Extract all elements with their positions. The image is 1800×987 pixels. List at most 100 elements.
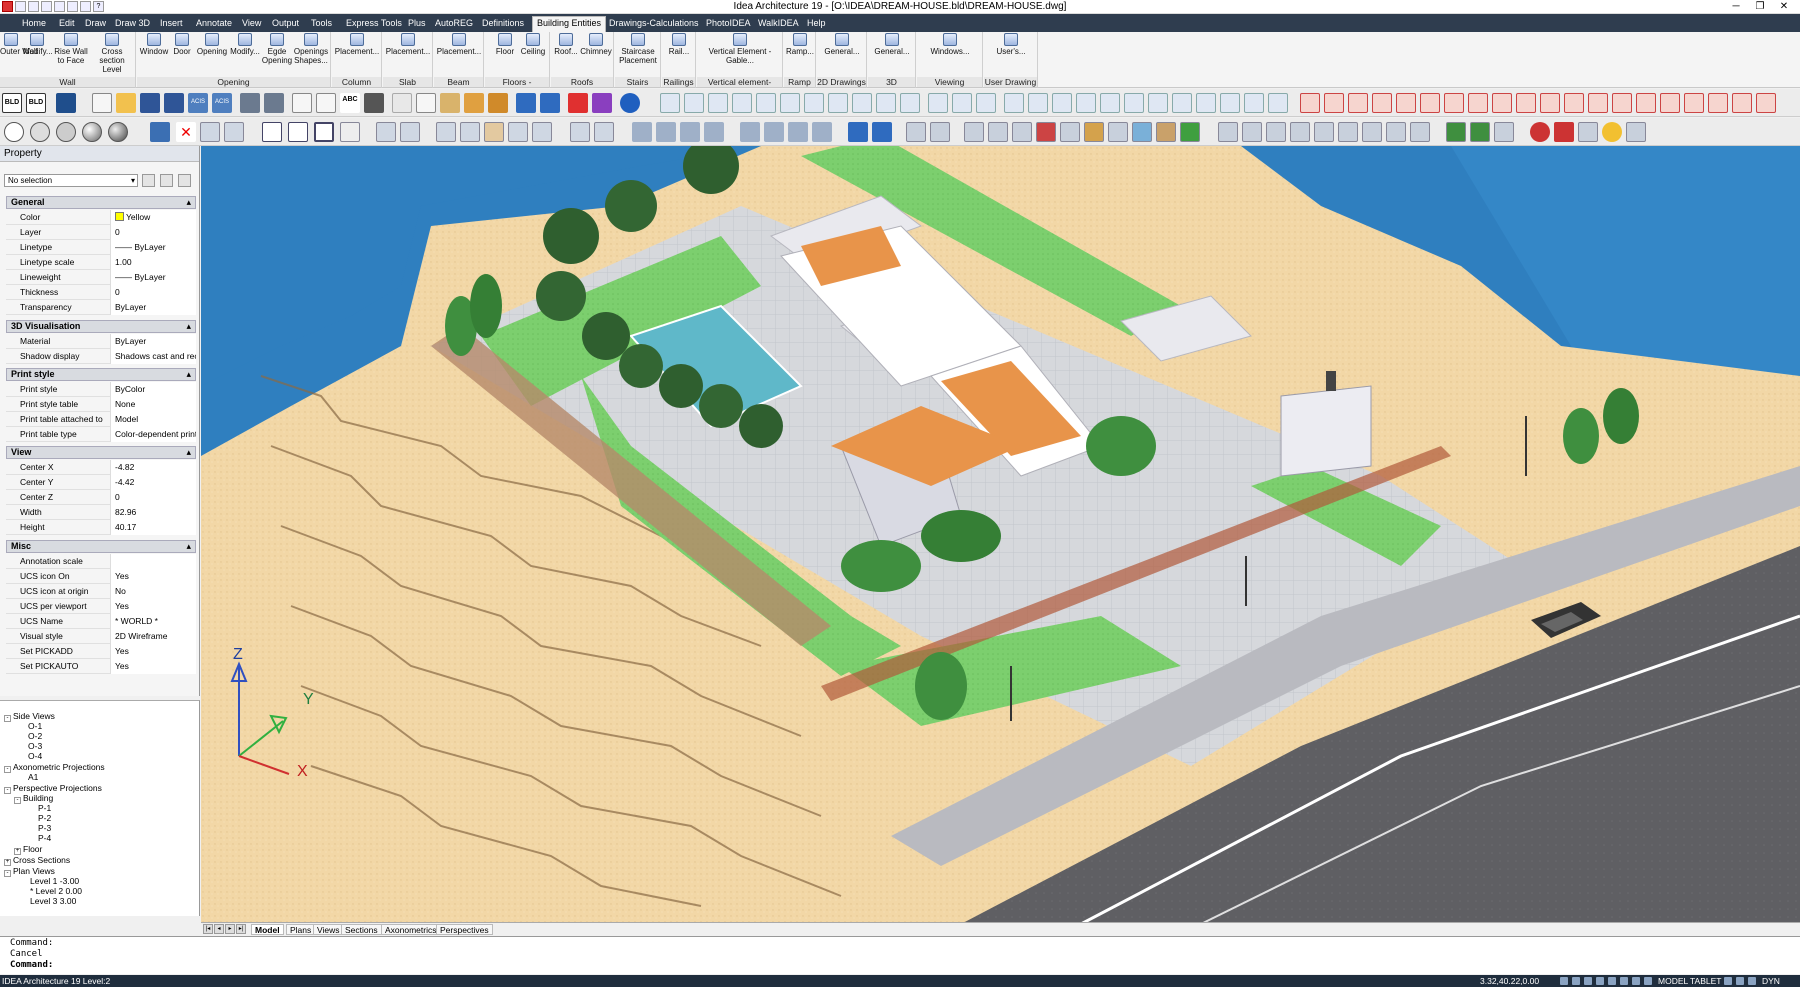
polar-toggle-icon[interactable] <box>1596 977 1604 985</box>
property-row[interactable]: Set PICKAUTO Yes <box>6 659 196 674</box>
quantities-icon[interactable] <box>1446 122 1466 142</box>
command-prompt[interactable]: Command: <box>10 960 1800 971</box>
minimize-button[interactable]: ─ <box>1726 0 1746 14</box>
layout-tab-model[interactable]: Model <box>251 924 284 935</box>
tab-annotate[interactable]: Annotate <box>192 17 236 32</box>
trim-icon[interactable] <box>1196 93 1216 113</box>
layout-tab-axonometrics[interactable]: Axonometrics <box>381 924 441 935</box>
command-line[interactable]: Command: Cancel Command: <box>0 936 1800 974</box>
users-button[interactable]: User's... <box>990 33 1032 56</box>
scale-icon[interactable] <box>1492 93 1512 113</box>
tree-icon[interactable] <box>1180 122 1200 142</box>
point-icon[interactable] <box>928 93 948 113</box>
property-row[interactable]: Annotation scale <box>6 554 196 569</box>
acis-export-icon[interactable]: ACIS <box>212 93 232 113</box>
photo-render-icon[interactable] <box>1410 122 1430 142</box>
window-tool-icon[interactable] <box>964 122 984 142</box>
tab-plus[interactable]: Plus <box>404 17 430 32</box>
wall-rise-icon[interactable] <box>812 122 832 142</box>
tab-walkidea[interactable]: WalkIDEA <box>754 17 803 32</box>
tab-help[interactable]: Help <box>803 17 830 32</box>
tab-autoreg[interactable]: AutoREG <box>431 17 477 32</box>
box-icon[interactable] <box>1084 122 1104 142</box>
open-folder-icon[interactable] <box>116 93 136 113</box>
property-row[interactable]: Print style ByColor <box>6 382 196 397</box>
house-tool-icon[interactable] <box>680 122 700 142</box>
workspace-icon[interactable] <box>1736 977 1744 985</box>
rise-wall-button[interactable]: Rise Wall to Face <box>53 33 89 65</box>
cube-icon[interactable] <box>1578 122 1598 142</box>
section-misc[interactable]: Misc ▴ <box>6 540 196 553</box>
donut-icon[interactable] <box>1076 93 1096 113</box>
spell-check-icon[interactable]: ABC <box>340 93 360 113</box>
tree-node[interactable]: - Side Views <box>4 711 55 722</box>
break-icon[interactable] <box>1612 93 1632 113</box>
plot-icon[interactable] <box>264 93 284 113</box>
red-sphere-icon[interactable] <box>1530 122 1550 142</box>
property-row[interactable]: Center X -4.82 <box>6 460 196 475</box>
grid-toggle-icon[interactable] <box>1572 977 1580 985</box>
offset-icon[interactable] <box>1396 93 1416 113</box>
tree-node[interactable]: + Floor <box>14 844 42 855</box>
stretch-icon[interactable] <box>1516 93 1536 113</box>
tab-view[interactable]: View <box>238 17 265 32</box>
tab-tools[interactable]: Tools <box>307 17 336 32</box>
layout-tab-plans[interactable]: Plans <box>286 924 316 935</box>
model-toggle[interactable]: MODEL <box>1658 975 1688 987</box>
undo-toolbar-icon[interactable] <box>516 93 536 113</box>
prev-tab-button[interactable]: ◂ <box>214 924 224 934</box>
flat-shaded-icon[interactable] <box>56 122 76 142</box>
restore-button[interactable]: ❐ <box>1750 0 1770 14</box>
dyn-toggle[interactable]: DYN <box>1762 975 1780 987</box>
line-icon[interactable] <box>660 93 680 113</box>
rendering-icon[interactable] <box>1386 122 1406 142</box>
terrain-icon[interactable] <box>1156 122 1176 142</box>
rotate-icon[interactable] <box>1468 93 1488 113</box>
entity-properties-icon[interactable] <box>224 122 244 142</box>
hatch-icon[interactable] <box>976 93 996 113</box>
arrow-down-icon[interactable] <box>872 122 892 142</box>
property-row[interactable]: Print table typeColor-dependent print s.… <box>6 427 196 442</box>
snap-toggle-icon[interactable] <box>1560 977 1568 985</box>
layers-stack-icon[interactable] <box>484 122 504 142</box>
polygon-icon[interactable] <box>1004 93 1024 113</box>
extend-icon[interactable] <box>1588 93 1608 113</box>
people-icon[interactable] <box>1314 122 1334 142</box>
sky-icon[interactable] <box>1132 122 1152 142</box>
tab-building-entities[interactable]: Building Entities <box>532 16 607 32</box>
roof-tool-icon[interactable] <box>704 122 724 142</box>
spline-icon[interactable] <box>756 93 776 113</box>
property-row[interactable]: Linetype —— ByLayer <box>6 240 196 255</box>
wall-edit-icon[interactable] <box>764 122 784 142</box>
floor-view-icon[interactable] <box>460 122 480 142</box>
walkthrough-icon[interactable] <box>1362 122 1382 142</box>
staircase-placement-button[interactable]: Staircase Placement <box>616 33 660 65</box>
sun-icon[interactable] <box>1602 122 1622 142</box>
property-row[interactable]: Color Yellow <box>6 210 196 225</box>
rectangle-icon[interactable] <box>952 93 972 113</box>
section-view-icon[interactable] <box>594 122 614 142</box>
copy-base-icon[interactable] <box>464 93 484 113</box>
first-tab-button[interactable]: |◂ <box>203 924 213 934</box>
move-icon[interactable] <box>1444 93 1464 113</box>
door-tool-icon[interactable] <box>988 122 1008 142</box>
property-row[interactable]: UCS icon On Yes <box>6 569 196 584</box>
ray-icon[interactable] <box>732 93 752 113</box>
array-icon[interactable] <box>1420 93 1440 113</box>
print-preview-icon[interactable] <box>240 93 260 113</box>
four-viewports-icon[interactable] <box>262 122 282 142</box>
opening-modify-button[interactable]: Modify... <box>230 33 260 56</box>
block-icon[interactable] <box>1172 93 1192 113</box>
property-row[interactable]: Center Z0 <box>6 490 196 505</box>
tree-node[interactable]: A1 <box>28 772 38 782</box>
select-objects-button[interactable] <box>160 174 173 187</box>
tree-node[interactable]: O-2 <box>28 731 42 741</box>
roof-button[interactable]: Roof... <box>553 33 579 56</box>
new-file-icon[interactable] <box>92 93 112 113</box>
tab-output[interactable]: Output <box>268 17 303 32</box>
property-row[interactable]: Lineweight —— ByLayer <box>6 270 196 285</box>
tab-draw-3d[interactable]: Draw 3D <box>111 17 154 32</box>
single-viewport-icon[interactable] <box>314 122 334 142</box>
edge-opening-button[interactable]: Egde Opening <box>261 33 293 65</box>
cross-section-level-button[interactable]: Cross section Level <box>90 33 134 74</box>
